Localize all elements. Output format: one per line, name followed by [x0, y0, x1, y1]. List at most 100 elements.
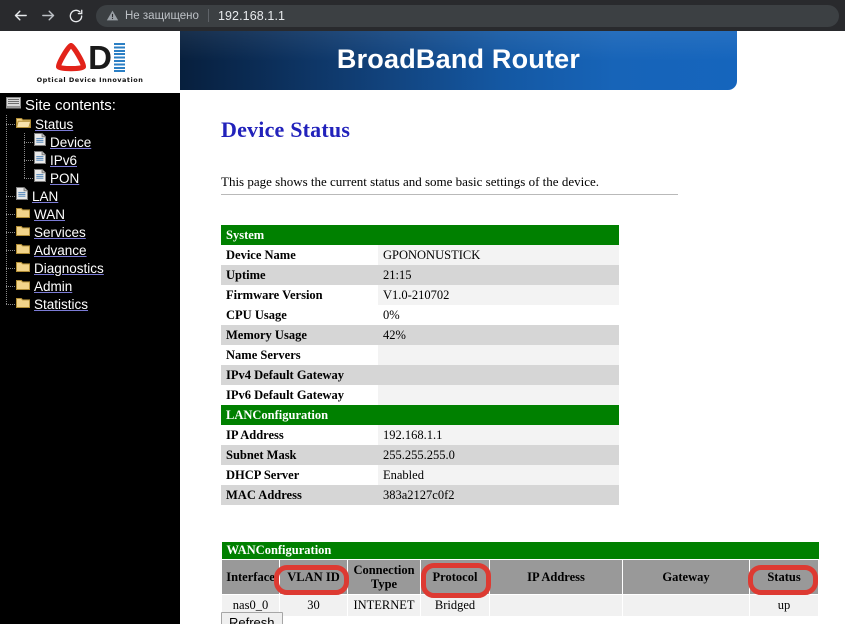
- table-row: MAC Address 383a2127c0f2: [221, 485, 620, 505]
- column-header-interface: Interface: [221, 559, 280, 595]
- row-value: [378, 345, 620, 365]
- table-row: Memory Usage 42%: [221, 325, 620, 345]
- table-row: CPU Usage 0%: [221, 305, 620, 325]
- reload-icon: [68, 8, 84, 24]
- cell-vlan-id: 30: [279, 594, 348, 617]
- folder-icon: [16, 223, 31, 241]
- row-label: MAC Address: [221, 485, 378, 505]
- sidebar-item-label: Device: [50, 134, 92, 150]
- row-value: GPONONUSTICK: [378, 245, 620, 265]
- sidebar-item-wan[interactable]: WAN: [0, 205, 180, 223]
- tree-guide: [6, 133, 7, 151]
- cell-gateway: [622, 594, 750, 617]
- wan-header-row: Interface VLAN ID Connection Type Protoc…: [221, 559, 820, 595]
- row-value: V1.0-210702: [378, 285, 620, 305]
- row-label: DHCP Server: [221, 465, 378, 485]
- tree-arm: [6, 196, 15, 197]
- cell-ip-address: [489, 594, 623, 617]
- sidebar-item-ipv6[interactable]: IPv6: [0, 151, 180, 169]
- folder-icon: [16, 295, 31, 313]
- page-title: Device Status: [221, 117, 351, 142]
- table-row: IPv4 Default Gateway: [221, 365, 620, 385]
- sidebar-item-advance[interactable]: Advance: [0, 241, 180, 259]
- app-banner: BroadBand Router: [180, 31, 737, 90]
- book-icon: [6, 96, 21, 114]
- tree-guide: [6, 151, 7, 169]
- warning-triangle-icon[interactable]: [106, 9, 119, 22]
- row-value: 42%: [378, 325, 620, 345]
- sidebar-item-statistics[interactable]: Statistics: [0, 295, 180, 313]
- row-value: [378, 385, 620, 405]
- site-tree-root: Site contents:: [0, 93, 180, 115]
- page-icon: [34, 133, 46, 151]
- row-value: 383a2127c0f2: [378, 485, 620, 505]
- row-label: CPU Usage: [221, 305, 378, 325]
- tree-guide: [6, 169, 7, 187]
- page-icon: [34, 151, 46, 169]
- folder-icon: [16, 259, 31, 277]
- tree-guide: [24, 169, 25, 178]
- cell-status: up: [748, 594, 820, 617]
- table-row: IP Address 192.168.1.1: [221, 425, 620, 445]
- tree-arm: [6, 304, 15, 305]
- section-header-row: System: [221, 225, 620, 245]
- cell-connection-type: INTERNET: [347, 594, 421, 617]
- row-label: Memory Usage: [221, 325, 378, 345]
- sidebar: D Optical Device Innovation Site content…: [0, 31, 180, 624]
- table-row: Device Name GPONONUSTICK: [221, 245, 620, 265]
- odi-i-mark-icon: [113, 43, 125, 73]
- forward-arrow-icon: [40, 7, 57, 24]
- tree-guide: [6, 295, 7, 304]
- content-panel: Device Status This page shows the curren…: [180, 90, 845, 624]
- address-bar[interactable]: Не защищено 192.168.1.1: [96, 4, 839, 27]
- column-header-vlan-id: VLAN ID: [279, 559, 348, 595]
- row-value: [378, 365, 620, 385]
- site-tree-root-label: Site contents:: [25, 96, 116, 114]
- sidebar-item-label: Status: [35, 116, 74, 132]
- tree-arm: [24, 178, 33, 179]
- reload-button[interactable]: [62, 2, 90, 30]
- sidebar-item-label: Admin: [34, 278, 73, 294]
- sidebar-item-pon[interactable]: PON: [0, 169, 180, 187]
- odi-d-mark: D: [88, 39, 112, 76]
- column-header-ip-address: IP Address: [489, 559, 623, 595]
- sidebar-item-label: IPv6: [50, 152, 78, 168]
- url-text[interactable]: 192.168.1.1: [218, 9, 285, 23]
- tree-arm: [6, 214, 15, 215]
- row-label: Subnet Mask: [221, 445, 378, 465]
- back-button[interactable]: [6, 2, 34, 30]
- tree-arm: [6, 232, 15, 233]
- section-title-system: System: [221, 225, 620, 245]
- row-label: Firmware Version: [221, 285, 378, 305]
- column-header-connection-type: Connection Type: [347, 559, 421, 595]
- tree-arm: [6, 268, 15, 269]
- sidebar-item-diagnostics[interactable]: Diagnostics: [0, 259, 180, 277]
- sidebar-item-status[interactable]: Status: [0, 115, 180, 133]
- tree-arm: [24, 142, 33, 143]
- row-value: Enabled: [378, 465, 620, 485]
- status-table: System Device Name GPONONUSTICK Uptime 2…: [221, 225, 620, 505]
- tree-arm: [6, 124, 15, 125]
- sidebar-item-lan[interactable]: LAN: [0, 187, 180, 205]
- forward-button[interactable]: [34, 2, 62, 30]
- sidebar-item-services[interactable]: Services: [0, 223, 180, 241]
- sidebar-item-admin[interactable]: Admin: [0, 277, 180, 295]
- page-icon: [16, 187, 28, 205]
- page-description: This page shows the current status and s…: [221, 174, 599, 189]
- odi-o-mark-icon: [55, 43, 87, 73]
- row-value: 192.168.1.1: [378, 425, 620, 445]
- table-row: Name Servers: [221, 345, 620, 365]
- section-title-lan: LANConfiguration: [221, 405, 620, 425]
- sidebar-item-label: LAN: [32, 188, 59, 204]
- sidebar-item-label: PON: [50, 170, 80, 186]
- sidebar-item-device[interactable]: Device: [0, 133, 180, 151]
- site-tree: Site contents: Status Device IPv6 PON LA…: [0, 93, 180, 313]
- table-row: nas0_0 30 INTERNET Bridged up: [221, 594, 820, 617]
- tree-arm: [6, 250, 15, 251]
- folder-icon: [16, 205, 31, 223]
- refresh-button[interactable]: Refresh: [221, 612, 283, 624]
- omnibox-divider: [207, 9, 209, 22]
- cell-protocol: Bridged: [420, 594, 490, 617]
- tree-arm: [24, 160, 33, 161]
- sidebar-item-label: Services: [34, 224, 86, 240]
